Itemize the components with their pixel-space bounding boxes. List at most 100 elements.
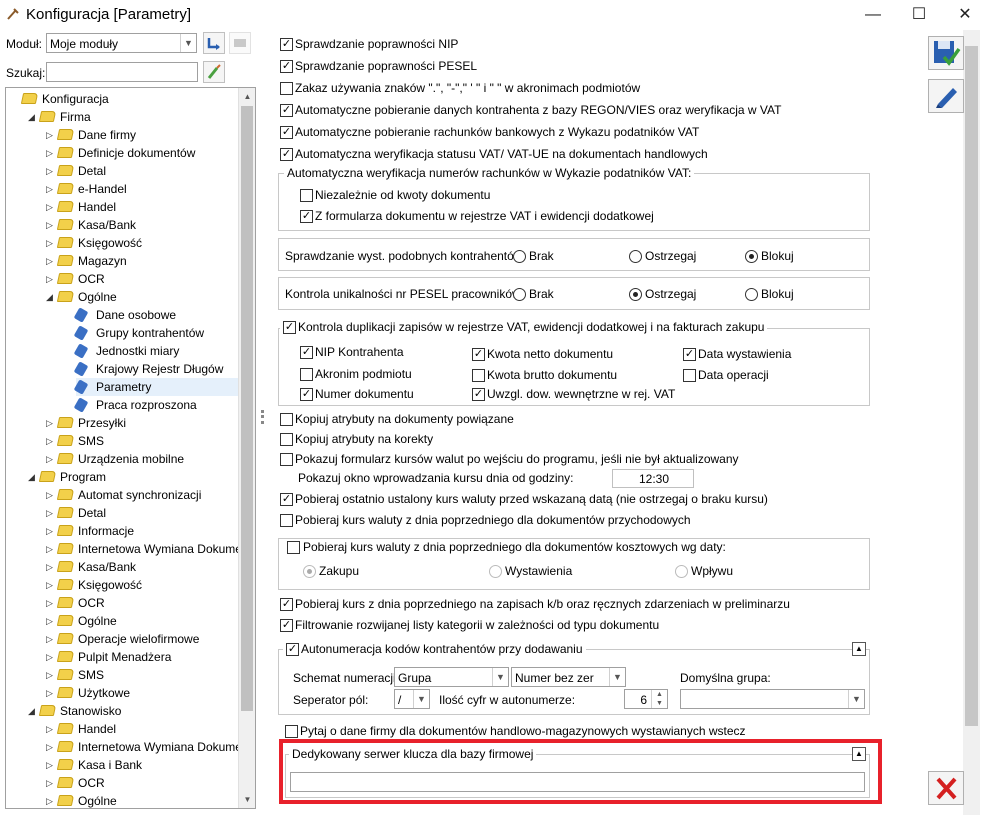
radio-podobni-blokuj[interactable] [745, 250, 758, 263]
tree-node[interactable]: Krajowy Rejestr Długów [6, 360, 236, 378]
checkbox-dup-item[interactable]: ✓ [300, 388, 313, 401]
tree-node[interactable]: ▷ Urządzenia mobilne [6, 450, 236, 468]
checkbox-zakaz[interactable] [280, 82, 293, 95]
schemat1-select[interactable]: Grupa ▼ [394, 667, 509, 687]
tree-node[interactable]: ▷ SMS [6, 432, 236, 450]
checkbox-dup-item[interactable] [683, 369, 696, 382]
minimize-button[interactable]: — [850, 0, 896, 30]
expand-icon[interactable]: ▷ [46, 756, 56, 774]
expand-icon[interactable]: ▷ [46, 684, 56, 702]
schemat2-select[interactable]: Numer bez zer ▼ [511, 667, 626, 687]
tree-node[interactable]: ◢ Firma [6, 108, 236, 126]
tree-node[interactable]: ▷ Użytkowe [6, 684, 236, 702]
search-button[interactable] [203, 61, 225, 83]
modul-select[interactable]: Moje moduły ▼ [46, 33, 197, 53]
config-tree[interactable]: Konfiguracja ◢ Firma ▷ Dane firmy ▷ Definicje … [5, 87, 256, 809]
checkbox-przych[interactable] [280, 514, 293, 527]
checkbox-autonumeracja[interactable]: ✓ [283, 640, 302, 659]
checkbox-dup-item[interactable]: ✓ [683, 348, 696, 361]
tree-node[interactable]: ▷ Pulpit Menadżera [6, 648, 236, 666]
checkbox-formularz[interactable]: ✓ [300, 210, 313, 223]
tree-node[interactable]: ◢ Program [6, 468, 236, 486]
tree-node[interactable]: Parametry [73, 378, 238, 396]
tree-node[interactable]: ▷ Księgowość [6, 234, 236, 252]
edit-button[interactable] [928, 79, 964, 113]
checkbox-filtr[interactable]: ✓ [280, 619, 293, 632]
radio-podobni-ostrzegaj[interactable] [629, 250, 642, 263]
tree-node[interactable]: ▷ Magazyn [6, 252, 236, 270]
checkbox-koszt[interactable] [287, 541, 300, 554]
tree-node[interactable]: ▷ OCR [6, 594, 236, 612]
checkbox-dup-item[interactable] [300, 368, 313, 381]
expand-icon[interactable]: ▷ [46, 216, 56, 234]
expand-icon[interactable]: ▷ [46, 414, 56, 432]
expand-icon[interactable]: ▷ [46, 522, 56, 540]
grupa-select[interactable]: ▼ [680, 689, 865, 709]
collapse-icon[interactable]: ◢ [46, 288, 56, 306]
radio-podobni-brak[interactable] [513, 250, 526, 263]
tree-node[interactable]: ▷ Informacje [6, 522, 236, 540]
checkbox-pytaj[interactable] [285, 725, 298, 738]
checkbox-kwota[interactable] [300, 189, 313, 202]
tree-node[interactable]: ▷ e-Handel [6, 180, 236, 198]
tree-node[interactable]: Praca rozproszona [6, 396, 236, 414]
tree-node[interactable]: ▷ Kasa i Bank [6, 756, 236, 774]
expand-icon[interactable]: ▷ [46, 450, 56, 468]
expand-icon[interactable]: ▷ [46, 576, 56, 594]
tree-node[interactable]: ▷ Handel [6, 720, 236, 738]
tree-node[interactable]: ▷ Ogólne [6, 612, 236, 630]
tree-node[interactable]: Konfiguracja [6, 90, 236, 108]
main-scroll-thumb[interactable] [965, 46, 978, 726]
expand-icon[interactable]: ▷ [46, 252, 56, 270]
tree-node[interactable]: ▷ Automat synchronizacji [6, 486, 236, 504]
scroll-down-icon[interactable]: ▼ [239, 791, 255, 808]
spinner-arrows-icon[interactable]: ▲ ▼ [651, 690, 667, 708]
maximize-button[interactable]: ☐ [896, 0, 942, 30]
tree-scroll-thumb[interactable] [241, 106, 253, 711]
tree-node[interactable]: ▷ OCR [6, 774, 236, 792]
expand-icon[interactable]: ▷ [46, 234, 56, 252]
checkbox-dup-item[interactable]: ✓ [472, 388, 485, 401]
tree-node[interactable]: ▷ Operacje wielofirmowe [6, 630, 236, 648]
checkbox-atr-pow[interactable] [280, 413, 293, 426]
main-scrollbar[interactable] [963, 30, 980, 815]
cyfr-spinner[interactable]: 6 ▲ ▼ [624, 689, 668, 709]
expand-icon[interactable]: ▷ [46, 612, 56, 630]
expand-icon[interactable]: ▷ [46, 126, 56, 144]
tree-node[interactable]: ▷ Internetowa Wymiana Dokument… [6, 738, 255, 756]
tree-node[interactable]: ▷ Handel [6, 198, 236, 216]
tree-node[interactable]: ▷ SMS [6, 666, 236, 684]
tree-node[interactable]: Dane osobowe [6, 306, 236, 324]
tree-node[interactable]: ▷ Internetowa Wymiana Dokument… [6, 540, 255, 558]
radio-pesel-brak[interactable] [513, 288, 526, 301]
tree-node[interactable]: Jednostki miary [6, 342, 236, 360]
expand-icon[interactable]: ▷ [46, 270, 56, 288]
tree-node[interactable]: ▷ Ogólne [6, 792, 236, 808]
filter-button[interactable] [229, 32, 251, 54]
collapse-icon[interactable]: ◢ [28, 702, 38, 720]
tree-node[interactable]: ▷ Detal [6, 162, 236, 180]
expand-icon[interactable]: ▷ [46, 504, 56, 522]
tree-node[interactable]: ▷ Dane firmy [6, 126, 236, 144]
collapse-icon[interactable]: ◢ [28, 108, 38, 126]
expand-icon[interactable]: ▷ [46, 720, 56, 738]
separator-select[interactable]: / ▼ [394, 689, 430, 709]
checkbox-atr-kor[interactable] [280, 433, 293, 446]
checkbox-rachunki[interactable]: ✓ [280, 126, 293, 139]
expand-icon[interactable]: ▷ [46, 738, 56, 756]
tree-node[interactable]: Grupy kontrahentów [6, 324, 236, 342]
expand-icon[interactable]: ▷ [46, 648, 56, 666]
expand-icon[interactable]: ▷ [46, 792, 56, 808]
radio-koszt-wplywu[interactable] [675, 565, 688, 578]
checkbox-kb[interactable]: ✓ [280, 598, 293, 611]
tree-node[interactable]: ▷ Detal [6, 504, 236, 522]
collapse-icon[interactable]: ◢ [28, 468, 38, 486]
expand-icon[interactable]: ▷ [46, 162, 56, 180]
radio-pesel-blokuj[interactable] [745, 288, 758, 301]
checkbox-nip[interactable]: ✓ [280, 38, 293, 51]
radio-koszt-zakupu[interactable] [303, 565, 316, 578]
tree-node[interactable]: ▷ Przesyłki [6, 414, 236, 432]
tree-node[interactable]: ▷ Kasa/Bank [6, 216, 236, 234]
radio-koszt-wystawienia[interactable] [489, 565, 502, 578]
expand-icon[interactable]: ▷ [46, 180, 56, 198]
